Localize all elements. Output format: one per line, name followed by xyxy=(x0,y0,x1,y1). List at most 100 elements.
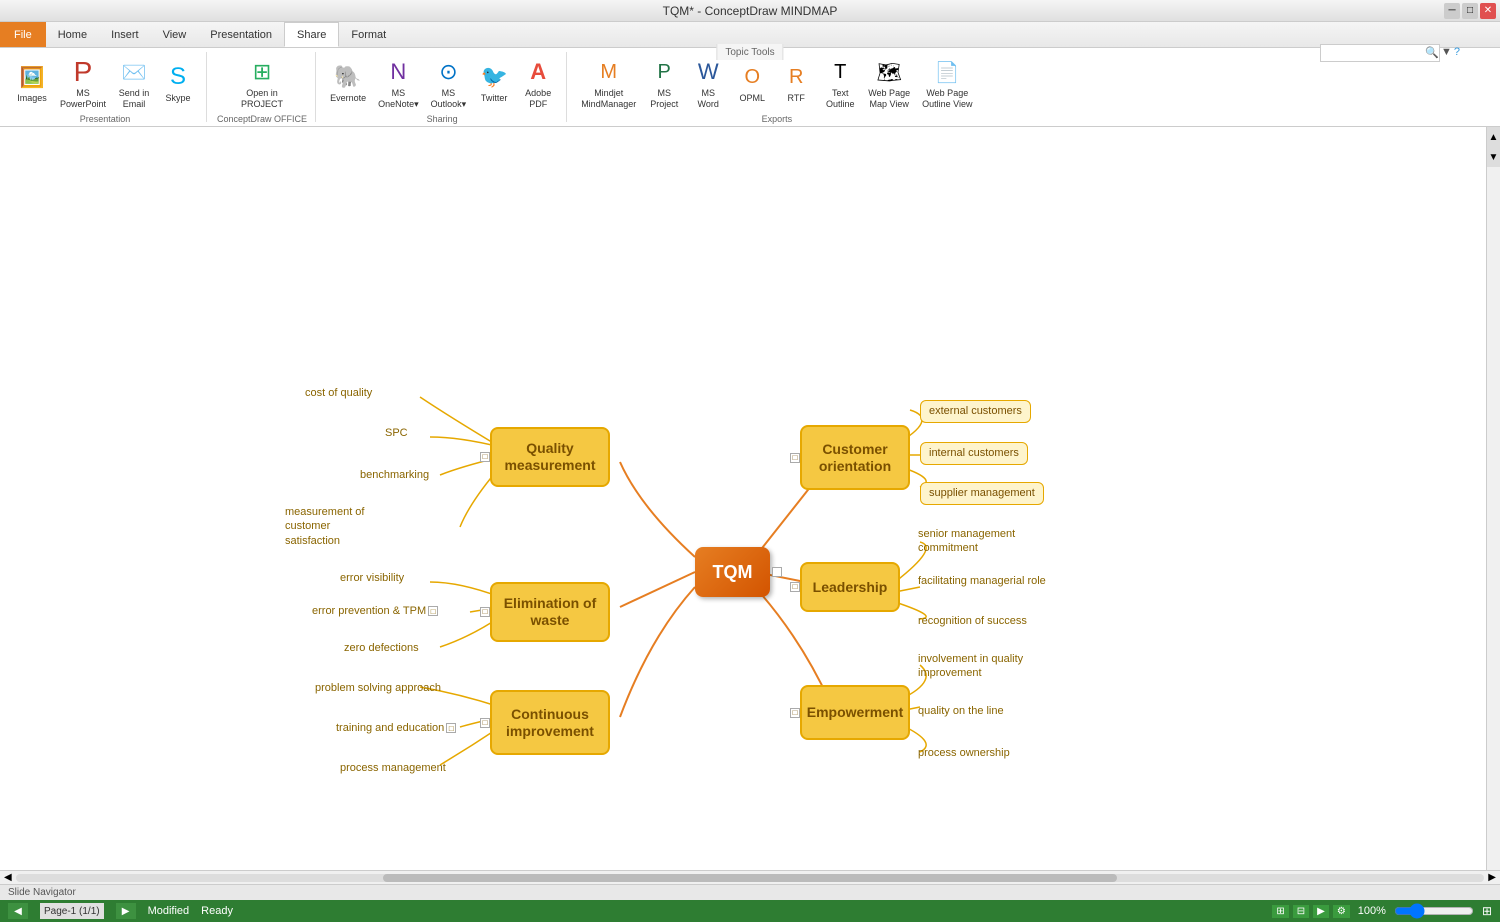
close-button[interactable]: ✕ xyxy=(1480,3,1496,19)
customer-collapse[interactable]: □ xyxy=(790,453,800,463)
process-management-node: process management xyxy=(340,762,446,774)
send-email-button[interactable]: ✉️ Send inEmail xyxy=(114,54,154,112)
powerpoint-icon: P xyxy=(67,56,99,88)
tab-view[interactable]: View xyxy=(151,22,199,47)
window-controls: ─ □ ✕ xyxy=(1444,3,1496,19)
filter-icon[interactable]: ▼ xyxy=(1441,46,1452,59)
rtf-button[interactable]: R RTF xyxy=(776,59,816,106)
empowerment-collapse[interactable]: □ xyxy=(790,708,800,718)
ms-word-icon: W xyxy=(692,56,724,88)
next-page-button[interactable]: ▶ xyxy=(116,903,136,919)
ms-powerpoint-button[interactable]: P MSPowerPoint xyxy=(56,54,110,112)
supplier-management-node[interactable]: supplier management xyxy=(920,482,1044,505)
continuous-collapse[interactable]: □ xyxy=(480,718,490,728)
tab-format[interactable]: Format xyxy=(339,22,398,47)
scrollbar-thumb[interactable] xyxy=(383,874,1117,882)
process-ownership-node: process ownership xyxy=(918,747,1010,759)
horizontal-scrollbar[interactable]: ◀ ▶ xyxy=(0,870,1500,884)
skype-button[interactable]: S Skype xyxy=(158,59,198,106)
zero-defections-node: zero defections xyxy=(344,642,419,654)
office-label: ConceptDraw OFFICE xyxy=(217,112,307,124)
help-icon[interactable]: ? xyxy=(1454,46,1460,59)
leadership-collapse[interactable]: □ xyxy=(790,582,800,592)
mindjet-button[interactable]: M MindjetMindManager xyxy=(577,54,640,112)
ribbon-group-exports: M MindjetMindManager P MSProject W MSWor… xyxy=(569,52,984,122)
zoom-fit-btn[interactable]: ⊞ xyxy=(1482,904,1492,918)
view-icon-1[interactable]: ⊞ xyxy=(1272,905,1288,918)
adobe-pdf-button[interactable]: A AdobePDF xyxy=(518,54,558,112)
empowerment-node[interactable]: Empowerment □ xyxy=(800,685,910,740)
slide-navigator-bar: Slide Navigator xyxy=(0,884,1500,900)
elimination-waste-node[interactable]: Elimination ofwaste □ xyxy=(490,582,610,642)
tab-home[interactable]: Home xyxy=(46,22,99,47)
office-items: ⊞ Open inPROJECT xyxy=(237,54,287,112)
topic-tools-label: Topic Tools xyxy=(716,44,783,60)
training-collapse[interactable]: □ xyxy=(446,723,456,733)
search-icon[interactable]: 🔍 xyxy=(1425,46,1439,59)
view-icon-2[interactable]: ⊟ xyxy=(1293,905,1309,918)
quality-line-node: quality on the line xyxy=(918,705,1004,717)
web-map-icon: 🗺 xyxy=(873,56,905,88)
zoom-level: 100% xyxy=(1358,905,1386,917)
error-prevention-collapse[interactable]: □ xyxy=(428,606,438,616)
continuous-improvement-node[interactable]: Continuousimprovement □ xyxy=(490,690,610,755)
page-indicator: Page-1 (1/1) xyxy=(40,903,104,919)
onenote-icon: N xyxy=(382,56,414,88)
ribbon: File Home Insert View Presentation Share… xyxy=(0,22,1500,127)
ms-word-button[interactable]: W MSWord xyxy=(688,54,728,112)
error-visibility-node: error visibility xyxy=(340,572,404,584)
benchmarking-node: benchmarking xyxy=(360,469,429,481)
quality-measurement-node[interactable]: Qualitymeasurement □ xyxy=(490,427,610,487)
minimize-button[interactable]: ─ xyxy=(1444,3,1460,19)
onenote-button[interactable]: N MSOneNote▾ xyxy=(374,54,423,112)
exports-items: M MindjetMindManager P MSProject W MSWor… xyxy=(577,54,976,112)
web-map-button[interactable]: 🗺 Web PageMap View xyxy=(864,54,914,112)
mindjet-icon: M xyxy=(593,56,625,88)
slide-navigator-label: Slide Navigator xyxy=(8,887,76,898)
rtf-icon: R xyxy=(780,61,812,93)
search-input[interactable] xyxy=(1320,44,1440,62)
tab-presentation[interactable]: Presentation xyxy=(198,22,284,47)
elimination-collapse[interactable]: □ xyxy=(480,607,490,617)
leadership-node[interactable]: Leadership □ xyxy=(800,562,900,612)
ribbon-group-sharing: 🐘 Evernote N MSOneNote▾ ⊙ MSOutlook▾ 🐦 T… xyxy=(318,52,567,122)
ms-project-icon: P xyxy=(648,56,680,88)
title-bar: TQM* - ConceptDraw MINDMAP ─ □ ✕ xyxy=(0,0,1500,22)
error-prevention-node: error prevention & TPM □ xyxy=(312,605,426,617)
ms-project-button[interactable]: P MSProject xyxy=(644,54,684,112)
outlook-button[interactable]: ⊙ MSOutlook▾ xyxy=(427,54,471,112)
tab-insert[interactable]: Insert xyxy=(99,22,151,47)
scroll-right-btn[interactable]: ▶ xyxy=(1488,872,1496,883)
skype-icon: S xyxy=(162,61,194,93)
measurement-satisfaction-node: measurement of customersatisfaction xyxy=(285,505,395,548)
customer-orientation-node[interactable]: Customerorientation □ xyxy=(800,425,910,490)
settings-icon[interactable]: ⚙ xyxy=(1333,905,1350,918)
internal-customers-node[interactable]: internal customers xyxy=(920,442,1028,465)
scroll-left-btn[interactable]: ◀ xyxy=(4,872,12,883)
status-bar: ◀ Page-1 (1/1) ▶ Modified Ready ⊞ ⊟ ▶ ⚙ … xyxy=(0,900,1500,922)
images-button[interactable]: 🖼️ Images xyxy=(12,59,52,106)
ready-label: Ready xyxy=(201,905,233,917)
tab-share[interactable]: Share xyxy=(284,22,339,47)
evernote-button[interactable]: 🐘 Evernote xyxy=(326,59,370,106)
main-area: ▲ ▼ xyxy=(0,127,1500,870)
status-bar-right: ⊞ ⊟ ▶ ⚙ 100% ⊞ xyxy=(1272,904,1492,918)
vertical-scrollbar[interactable]: ▲ ▼ xyxy=(1486,127,1500,870)
zoom-slider[interactable] xyxy=(1394,906,1474,916)
center-collapse-btn[interactable]: □ xyxy=(772,567,782,577)
tab-file[interactable]: File xyxy=(0,22,46,47)
center-node[interactable]: TQM □ xyxy=(695,547,770,597)
open-project-button[interactable]: ⊞ Open inPROJECT xyxy=(237,54,287,112)
web-outline-button[interactable]: 📄 Web PageOutline View xyxy=(918,54,976,112)
window-title: TQM* - ConceptDraw MINDMAP xyxy=(663,4,838,18)
opml-button[interactable]: O OPML xyxy=(732,59,772,106)
ribbon-group-presentation: 🖼️ Images P MSPowerPoint ✉️ Send inEmail… xyxy=(4,52,207,122)
mindmap-lines xyxy=(0,127,1500,870)
text-outline-button[interactable]: T TextOutline xyxy=(820,54,860,112)
view-icon-3[interactable]: ▶ xyxy=(1313,905,1329,918)
quality-measurement-collapse[interactable]: □ xyxy=(480,452,490,462)
twitter-button[interactable]: 🐦 Twitter xyxy=(474,59,514,106)
prev-page-button[interactable]: ◀ xyxy=(8,903,28,919)
external-customers-node[interactable]: external customers xyxy=(920,400,1031,423)
maximize-button[interactable]: □ xyxy=(1462,3,1478,19)
